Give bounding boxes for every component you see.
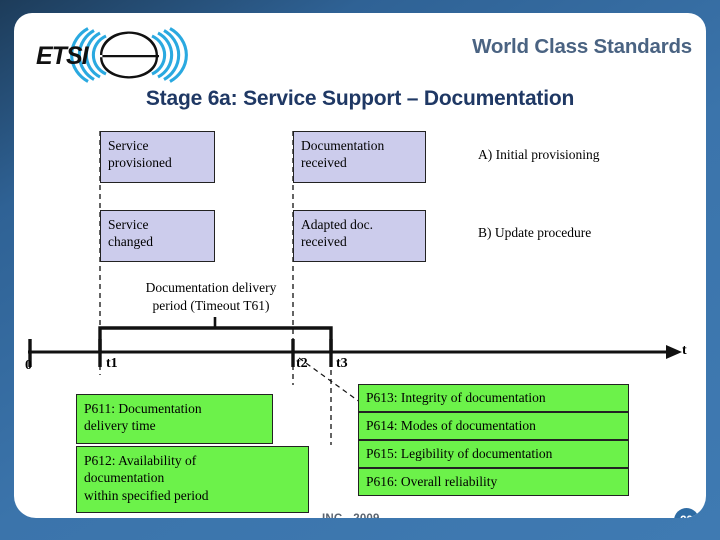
footer-source-label: INC - 2009 xyxy=(322,513,380,518)
parameter-box-p613: P613: Integrity of documentation xyxy=(358,384,629,412)
flow-box-adapted-doc-received: Adapted doc. received xyxy=(293,210,426,262)
parameter-box-p616: P616: Overall reliability xyxy=(358,468,629,496)
slide-content-area: ETSI World Class Standards Stage 6a: Ser… xyxy=(14,13,706,518)
parameter-box-p612: P612: Availability of documentation with… xyxy=(76,446,309,513)
flow-box-service-changed: Service changed xyxy=(100,210,215,262)
flow-box-documentation-received: Documentation received xyxy=(293,131,426,183)
axis-label-t3: t3 xyxy=(336,356,348,371)
procedure-label-a: A) Initial provisioning xyxy=(478,147,600,162)
axis-label-origin: 0 xyxy=(25,358,32,373)
guide-line-diagonal xyxy=(298,357,365,406)
slide: ETSI World Class Standards Stage 6a: Ser… xyxy=(0,0,720,540)
flow-box-service-provisioned: Service provisioned xyxy=(100,131,215,183)
axis-label-t1: t1 xyxy=(106,356,118,371)
diagram-canvas: Service provisioned Documentation receiv… xyxy=(14,13,706,518)
parameter-box-p614: P614: Modes of documentation xyxy=(358,412,629,440)
parameter-box-p615: P615: Legibility of documentation xyxy=(358,440,629,468)
axis-label-time: t xyxy=(682,343,687,358)
parameter-box-p611: P611: Documentation delivery time xyxy=(76,394,273,444)
axis-label-t2: t2 xyxy=(296,356,308,371)
procedure-label-b: B) Update procedure xyxy=(478,225,592,240)
annotation-documentation-delivery-period: Documentation delivery period (Timeout T… xyxy=(145,280,277,313)
period-bracket xyxy=(98,326,333,352)
time-axis-arrowhead xyxy=(666,345,682,359)
